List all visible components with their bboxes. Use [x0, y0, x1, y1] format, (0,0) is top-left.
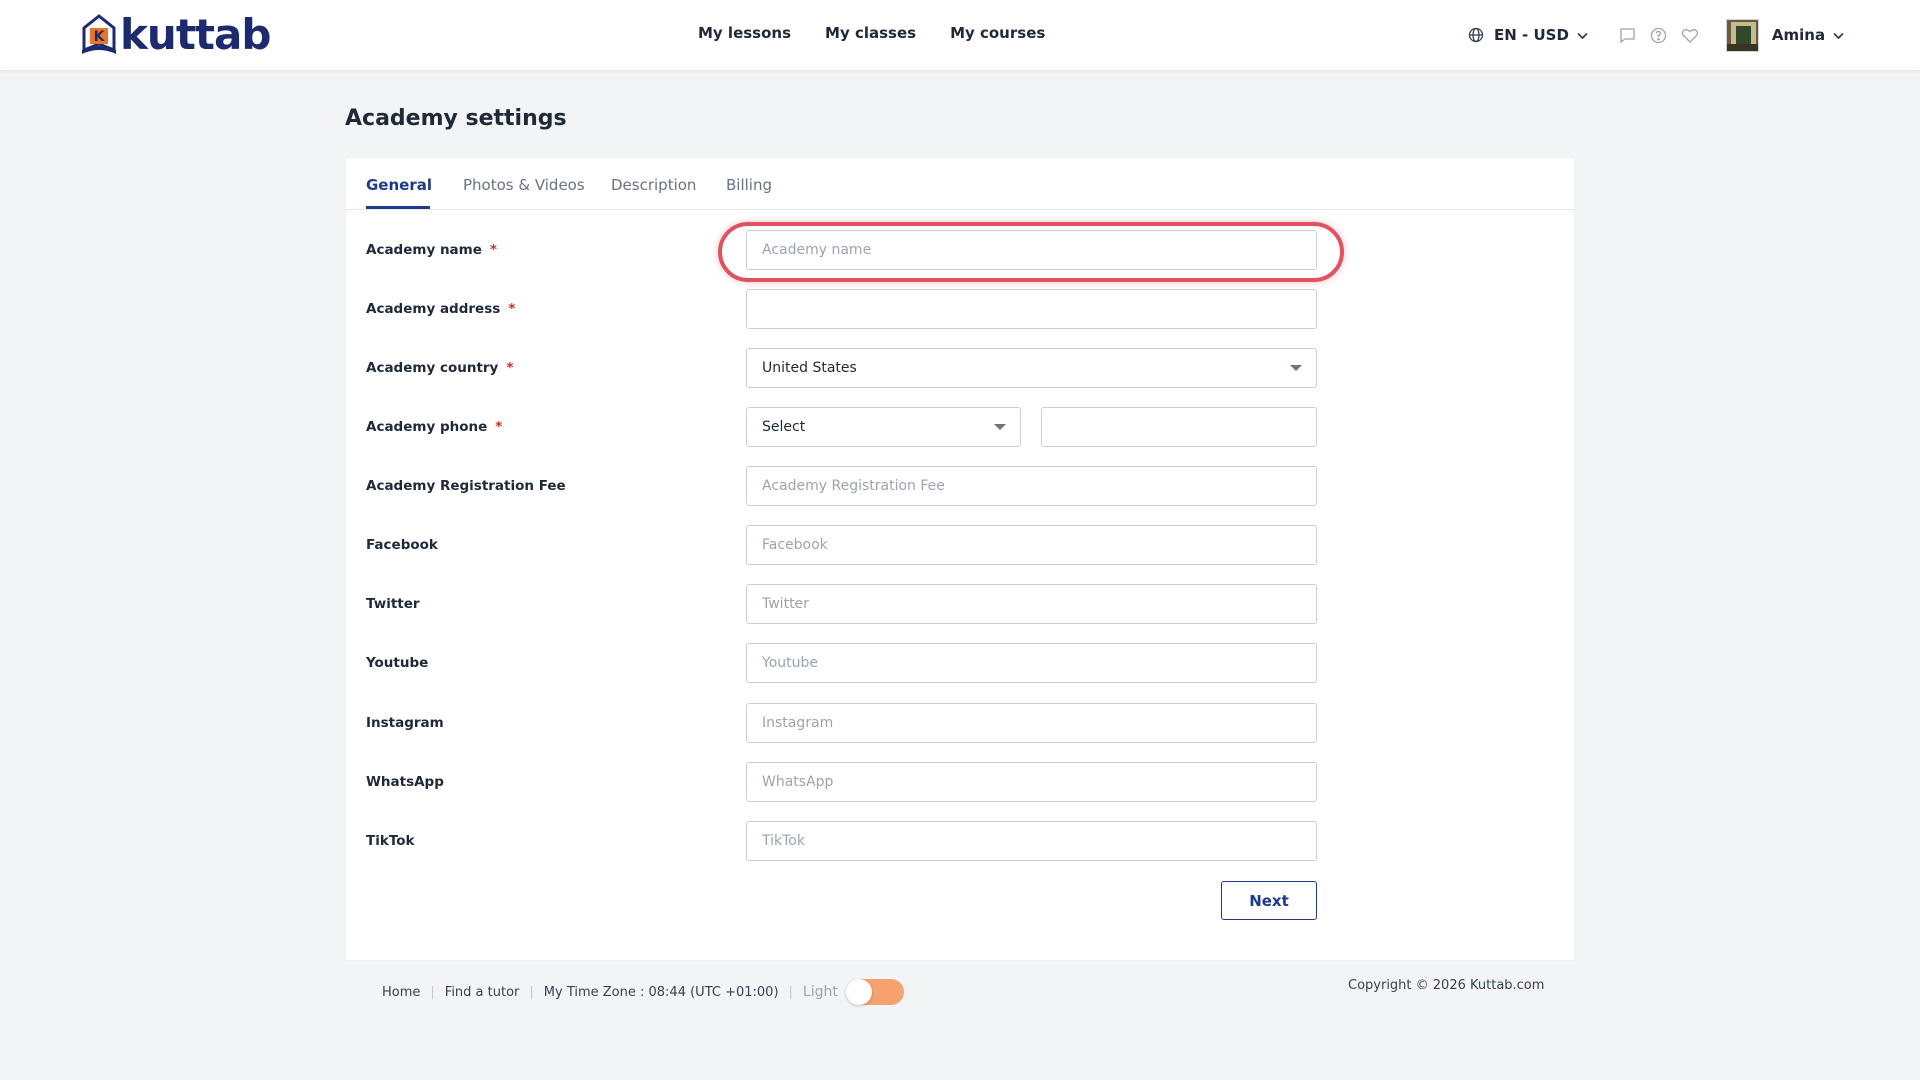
user-name: Amina: [1771, 26, 1826, 44]
registration-fee-input[interactable]: [746, 466, 1317, 506]
tab-general[interactable]: General: [366, 176, 432, 194]
academy-country-value: United States: [762, 360, 857, 376]
header-tools: EN - USD Amina: [1466, 17, 1844, 53]
academy-name-label-text: Academy name: [366, 242, 482, 258]
tab-billing[interactable]: Billing: [726, 176, 772, 194]
header-icon-group: [1618, 25, 1700, 45]
copyright-text: Copyright © 2026 Kuttab.com: [1348, 978, 1545, 993]
nav-my-lessons[interactable]: My lessons: [698, 24, 791, 42]
academy-country-select[interactable]: United States: [746, 348, 1317, 388]
tiktok-row: TikTok: [346, 821, 1574, 861]
academy-country-row: Academy country * United States: [346, 348, 1574, 388]
youtube-label: Youtube: [366, 655, 429, 671]
academy-phone-row: Academy phone * Select: [346, 407, 1574, 447]
chevron-down-icon: [1577, 26, 1588, 44]
svg-text:K: K: [94, 29, 106, 45]
kuttab-logo[interactable]: K kuttab: [78, 10, 271, 59]
academy-country-label: Academy country *: [366, 360, 513, 376]
theme-label: Light: [802, 984, 838, 1000]
required-marker: *: [506, 360, 514, 376]
caret-down-icon: [994, 424, 1006, 430]
settings-card: General Photos & Videos Description Bill…: [345, 157, 1575, 961]
main-nav: My lessons My classes My courses: [698, 24, 1045, 42]
user-menu[interactable]: Amina: [1772, 26, 1844, 44]
language-currency-selector[interactable]: EN - USD: [1466, 25, 1588, 45]
instagram-label: Instagram: [366, 715, 444, 731]
required-marker: *: [495, 419, 503, 435]
academy-country-label-text: Academy country: [366, 360, 499, 376]
twitter-input[interactable]: [746, 584, 1317, 624]
toggle-knob: [845, 979, 872, 1005]
required-marker: *: [508, 301, 516, 317]
academy-address-input[interactable]: [746, 289, 1317, 329]
globe-icon: [1466, 25, 1486, 45]
academy-address-label: Academy address *: [366, 301, 515, 317]
facebook-row: Facebook: [346, 525, 1574, 565]
tab-photos-videos[interactable]: Photos & Videos: [463, 176, 585, 194]
footer-separator: |: [430, 984, 435, 1000]
registration-fee-label: Academy Registration Fee: [366, 478, 566, 494]
whatsapp-label: WhatsApp: [366, 774, 444, 790]
phone-number-input[interactable]: [1041, 407, 1317, 447]
registration-fee-row: Academy Registration Fee: [346, 466, 1574, 506]
top-navbar: K kuttab My lessons My classes My course…: [0, 0, 1920, 71]
footer-separator: |: [788, 984, 793, 1000]
active-tab-indicator: [366, 206, 430, 209]
academy-phone-label: Academy phone *: [366, 419, 502, 435]
twitter-label: Twitter: [366, 596, 420, 612]
youtube-row: Youtube: [346, 643, 1574, 683]
logo-text: kuttab: [120, 10, 271, 59]
theme-toggle[interactable]: [845, 979, 904, 1005]
next-button[interactable]: Next: [1221, 881, 1317, 920]
language-currency-label: EN - USD: [1494, 26, 1569, 44]
twitter-row: Twitter: [346, 584, 1574, 624]
whatsapp-row: WhatsApp: [346, 762, 1574, 802]
academy-phone-label-text: Academy phone: [366, 419, 488, 435]
instagram-input[interactable]: [746, 703, 1317, 743]
tab-description[interactable]: Description: [611, 176, 696, 194]
facebook-input[interactable]: [746, 525, 1317, 565]
heart-icon[interactable]: [1680, 25, 1700, 45]
required-marker: *: [489, 242, 497, 258]
logo-book-icon: K: [78, 14, 120, 56]
footer-find-tutor-link[interactable]: Find a tutor: [445, 985, 520, 1000]
avatar[interactable]: [1725, 18, 1759, 52]
help-icon[interactable]: [1649, 25, 1669, 45]
whatsapp-input[interactable]: [746, 762, 1317, 802]
academy-name-input[interactable]: [746, 230, 1317, 270]
facebook-label: Facebook: [366, 537, 438, 553]
academy-name-row: Academy name *: [346, 230, 1574, 270]
tiktok-input[interactable]: [746, 821, 1317, 861]
phone-country-code-select[interactable]: Select: [746, 407, 1021, 447]
footer-timezone-link[interactable]: My Time Zone : 08:44 (UTC +01:00): [544, 985, 779, 1000]
tiktok-label: TikTok: [366, 833, 415, 849]
academy-address-label-text: Academy address: [366, 301, 501, 317]
youtube-input[interactable]: [746, 643, 1317, 683]
page-title: Academy settings: [345, 106, 567, 131]
caret-down-icon: [1290, 365, 1302, 371]
message-icon[interactable]: [1618, 25, 1638, 45]
settings-tabs: General Photos & Videos Description Bill…: [346, 158, 1574, 210]
academy-address-row: Academy address *: [346, 289, 1574, 329]
phone-code-value: Select: [762, 419, 806, 435]
academy-name-label: Academy name *: [366, 242, 497, 258]
chevron-down-icon: [1833, 26, 1844, 44]
nav-my-classes[interactable]: My classes: [825, 24, 916, 42]
nav-my-courses[interactable]: My courses: [950, 24, 1045, 42]
footer-separator: |: [529, 984, 534, 1000]
footer-links: Home | Find a tutor | My Time Zone : 08:…: [382, 977, 904, 1007]
footer-home-link[interactable]: Home: [382, 985, 420, 1000]
instagram-row: Instagram: [346, 703, 1574, 743]
